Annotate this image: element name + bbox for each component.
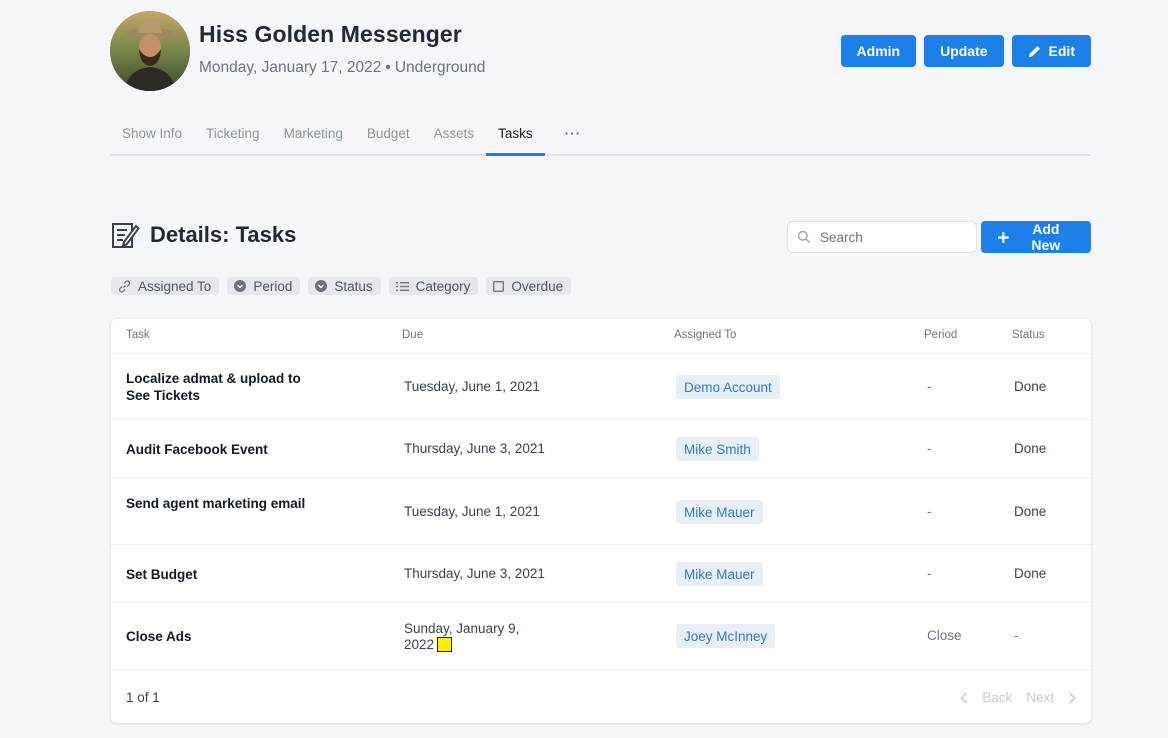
task-status: Done [1014, 441, 1047, 456]
filter-period-label: Period [253, 278, 293, 294]
column-assigned-to[interactable]: Assigned To [674, 329, 736, 341]
assignee-tag[interactable]: Mike Mauer [676, 562, 763, 586]
task-name: Localize admat & upload to See Tickets [126, 371, 301, 403]
table-row[interactable]: Send agent marketing email Tuesday, June… [111, 478, 1091, 545]
task-status: Done [1014, 504, 1047, 519]
table-row[interactable]: Localize admat & upload to See Tickets T… [111, 354, 1091, 420]
tab-marketing[interactable]: Marketing [272, 118, 355, 156]
filter-category-label: Category [415, 278, 471, 294]
show-header: Hiss Golden Messenger Monday, January 17… [110, 11, 1091, 91]
tab-budget[interactable]: Budget [355, 118, 422, 156]
table-row[interactable]: Close Ads Sunday, January 9, 2022 Joey M… [111, 603, 1091, 670]
filter-category[interactable]: Category [388, 277, 479, 295]
pagination: Back Next [960, 690, 1076, 705]
task-name: Audit Facebook Event [126, 442, 268, 457]
subtitle-separator: • [385, 59, 391, 76]
task-due-text: Sunday, January 9, 2022 [404, 621, 520, 652]
tab-ticketing[interactable]: Ticketing [194, 118, 272, 156]
chevron-down-circle-icon [234, 280, 247, 292]
assignee-tag[interactable]: Joey McInney [676, 624, 776, 648]
section-title: Details: Tasks [150, 222, 297, 247]
next-button[interactable]: Next [1026, 690, 1054, 705]
task-status: Done [1014, 566, 1047, 581]
filter-period[interactable]: Period [227, 277, 301, 295]
task-due: Thursday, June 3, 2021 [404, 441, 545, 456]
chevron-down-circle-icon [315, 280, 328, 292]
edit-button-label: Edit [1048, 43, 1075, 59]
column-status[interactable]: Status [1012, 329, 1045, 341]
assignee-tag[interactable]: Mike Mauer [676, 500, 763, 524]
tab-show-info[interactable]: Show Info [110, 118, 194, 156]
filter-status-label: Status [334, 278, 373, 294]
search-input[interactable] [820, 229, 960, 245]
table-row[interactable]: Set Budget Thursday, June 3, 2021 Mike M… [111, 545, 1091, 603]
artist-avatar [110, 11, 190, 91]
tab-more[interactable]: ··· [545, 118, 594, 156]
column-period[interactable]: Period [924, 329, 957, 341]
task-period: Close [927, 628, 962, 643]
back-button[interactable]: Back [982, 690, 1012, 705]
filter-assigned-to[interactable]: Assigned To [111, 277, 220, 295]
filter-bar: Assigned To Period Status Category Overd… [111, 277, 572, 295]
add-new-label: Add New [1031, 221, 1061, 253]
task-name: Set Budget [126, 567, 198, 582]
add-new-button[interactable]: Add New [981, 221, 1091, 253]
task-due: Sunday, January 9, 2022 [404, 621, 534, 653]
plus-icon [997, 231, 1009, 243]
show-tabs: Show Info Ticketing Marketing Budget Ass… [110, 118, 1091, 156]
search-box[interactable] [787, 221, 977, 253]
tab-assets[interactable]: Assets [422, 118, 487, 156]
admin-button[interactable]: Admin [840, 35, 917, 67]
tab-tasks[interactable]: Tasks [486, 118, 545, 156]
column-task[interactable]: Task [126, 329, 150, 341]
task-due: Tuesday, June 1, 2021 [404, 379, 540, 394]
link-icon [119, 280, 130, 292]
task-due: Thursday, June 3, 2021 [404, 566, 545, 581]
show-venue: Underground [394, 59, 486, 76]
table-row[interactable]: Audit Facebook Event Thursday, June 3, 2… [111, 420, 1091, 478]
checkbox-icon [493, 280, 505, 292]
table-header: Task Due Assigned To Period Status [111, 319, 1091, 354]
task-status: Done [1014, 379, 1047, 394]
avatar-image [110, 11, 190, 91]
admin-button-label: Admin [856, 43, 901, 59]
section-heading: Details: Tasks [110, 220, 296, 250]
assignee-tag[interactable]: Demo Account [676, 375, 780, 399]
update-button[interactable]: Update [924, 35, 1004, 67]
page-count: 1 of 1 [126, 690, 160, 705]
task-name: Send agent marketing email [126, 496, 306, 511]
filter-overdue[interactable]: Overdue [486, 277, 572, 295]
notepad-icon [112, 223, 140, 248]
task-period: - [927, 504, 932, 519]
task-name: Close Ads [126, 629, 192, 644]
task-period: - [927, 379, 932, 394]
search-icon [797, 230, 810, 243]
task-status: - [1014, 628, 1019, 643]
task-due: Tuesday, June 1, 2021 [404, 504, 540, 519]
show-subtitle: Monday, January 17, 2022 • Underground [199, 59, 485, 77]
filter-status[interactable]: Status [308, 277, 381, 295]
task-period: - [927, 566, 932, 581]
filter-overdue-label: Overdue [511, 278, 564, 294]
chevron-left-icon[interactable] [960, 691, 968, 704]
task-period: - [927, 441, 932, 456]
pencil-icon [1028, 46, 1040, 57]
highlight-marker [437, 637, 453, 652]
filter-assigned-to-label: Assigned To [138, 278, 212, 294]
chevron-right-icon[interactable] [1068, 691, 1076, 704]
show-date: Monday, January 17, 2022 [199, 59, 382, 76]
list-icon [395, 281, 409, 291]
assignee-tag[interactable]: Mike Smith [676, 437, 759, 461]
update-button-label: Update [940, 43, 988, 59]
column-due[interactable]: Due [402, 329, 423, 341]
table-footer: 1 of 1 Back Next [111, 670, 1091, 723]
show-title: Hiss Golden Messenger [199, 21, 462, 47]
edit-button[interactable]: Edit [1011, 35, 1091, 67]
tasks-table: Task Due Assigned To Period Status Local… [111, 319, 1091, 723]
